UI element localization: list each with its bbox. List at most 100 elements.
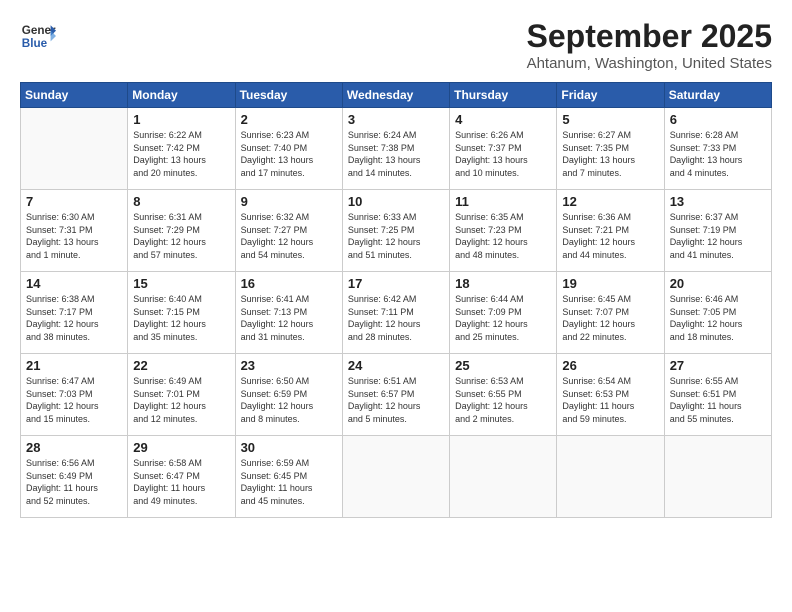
- table-row: 21 Sunrise: 6:47 AM Sunset: 7:03 PM Dayli…: [21, 354, 128, 436]
- day-number: 29: [133, 440, 229, 455]
- table-row: 13Sunrise: 6:37 AM Sunset: 7:19 PM Dayli…: [664, 190, 771, 272]
- day-info: Sunrise: 6:50 AM Sunset: 6:59 PM Dayligh…: [241, 375, 337, 425]
- day-number: 14: [26, 276, 122, 291]
- day-info: Sunrise: 6:22 AM Sunset: 7:42 PM Dayligh…: [133, 129, 229, 179]
- calendar-subtitle: Ahtanum, Washington, United States: [527, 55, 772, 72]
- day-number: 4: [455, 112, 551, 127]
- day-info: Sunrise: 6:41 AM Sunset: 7:13 PM Dayligh…: [241, 293, 337, 343]
- calendar-table: Sunday Monday Tuesday Wednesday Thursday…: [20, 82, 772, 518]
- day-info: Sunrise: 6:33 AM Sunset: 7:25 PM Dayligh…: [348, 211, 444, 261]
- day-info: Sunrise: 6:31 AM Sunset: 7:29 PM Dayligh…: [133, 211, 229, 261]
- day-info: Sunrise: 6:28 AM Sunset: 7:33 PM Dayligh…: [670, 129, 766, 179]
- table-row: 22 Sunrise: 6:49 AM Sunset: 7:01 PM Dayli…: [128, 354, 235, 436]
- day-number: 5: [562, 112, 658, 127]
- calendar-title: September 2025: [527, 18, 772, 55]
- table-row: 12 Sunrise: 6:36 AM Sunset: 7:21 PM Dayli…: [557, 190, 664, 272]
- day-number: 15: [133, 276, 229, 291]
- day-number: 28: [26, 440, 122, 455]
- table-row: 1 Sunrise: 6:22 AM Sunset: 7:42 PM Daylig…: [128, 108, 235, 190]
- table-row: 16 Sunrise: 6:41 AM Sunset: 7:13 PM Dayli…: [235, 272, 342, 354]
- table-row: 18 Sunrise: 6:44 AM Sunset: 7:09 PM Dayli…: [450, 272, 557, 354]
- day-info: Sunrise: 6:59 AM Sunset: 6:45 PM Dayligh…: [241, 457, 337, 507]
- day-number: 8: [133, 194, 229, 209]
- title-block: September 2025 Ahtanum, Washington, Unit…: [527, 18, 772, 72]
- table-row: 5 Sunrise: 6:27 AM Sunset: 7:35 PM Daylig…: [557, 108, 664, 190]
- day-info: Sunrise: 6:38 AM Sunset: 7:17 PM Dayligh…: [26, 293, 122, 343]
- table-row: [664, 436, 771, 518]
- day-info: Sunrise: 6:24 AM Sunset: 7:38 PM Dayligh…: [348, 129, 444, 179]
- day-info: Sunrise: 6:27 AM Sunset: 7:35 PM Dayligh…: [562, 129, 658, 179]
- table-row: 25 Sunrise: 6:53 AM Sunset: 6:55 PM Dayli…: [450, 354, 557, 436]
- day-number: 20: [670, 276, 766, 291]
- table-row: 9 Sunrise: 6:32 AM Sunset: 7:27 PM Daylig…: [235, 190, 342, 272]
- table-row: [342, 436, 449, 518]
- table-row: 10 Sunrise: 6:33 AM Sunset: 7:25 PM Dayli…: [342, 190, 449, 272]
- table-row: 17 Sunrise: 6:42 AM Sunset: 7:11 PM Dayli…: [342, 272, 449, 354]
- table-row: 28 Sunrise: 6:56 AM Sunset: 6:49 PM Dayli…: [21, 436, 128, 518]
- day-info: Sunrise: 6:58 AM Sunset: 6:47 PM Dayligh…: [133, 457, 229, 507]
- day-info: Sunrise: 6:54 AM Sunset: 6:53 PM Dayligh…: [562, 375, 658, 425]
- day-info: Sunrise: 6:46 AM Sunset: 7:05 PM Dayligh…: [670, 293, 766, 343]
- day-info: Sunrise: 6:56 AM Sunset: 6:49 PM Dayligh…: [26, 457, 122, 507]
- day-info: Sunrise: 6:45 AM Sunset: 7:07 PM Dayligh…: [562, 293, 658, 343]
- col-wednesday: Wednesday: [342, 83, 449, 108]
- col-sunday: Sunday: [21, 83, 128, 108]
- day-number: 25: [455, 358, 551, 373]
- table-row: 8 Sunrise: 6:31 AM Sunset: 7:29 PM Daylig…: [128, 190, 235, 272]
- day-info: Sunrise: 6:44 AM Sunset: 7:09 PM Dayligh…: [455, 293, 551, 343]
- table-row: 26 Sunrise: 6:54 AM Sunset: 6:53 PM Dayli…: [557, 354, 664, 436]
- logo: General Blue: [20, 18, 56, 54]
- day-number: 18: [455, 276, 551, 291]
- col-friday: Friday: [557, 83, 664, 108]
- day-info: Sunrise: 6:23 AM Sunset: 7:40 PM Dayligh…: [241, 129, 337, 179]
- table-row: [557, 436, 664, 518]
- table-row: 27 Sunrise: 6:55 AM Sunset: 6:51 PM Dayli…: [664, 354, 771, 436]
- table-row: 3 Sunrise: 6:24 AM Sunset: 7:38 PM Daylig…: [342, 108, 449, 190]
- day-number: 17: [348, 276, 444, 291]
- day-number: 16: [241, 276, 337, 291]
- table-row: 15 Sunrise: 6:40 AM Sunset: 7:15 PM Dayli…: [128, 272, 235, 354]
- table-row: [450, 436, 557, 518]
- day-number: 26: [562, 358, 658, 373]
- day-number: 2: [241, 112, 337, 127]
- day-number: 10: [348, 194, 444, 209]
- day-number: 9: [241, 194, 337, 209]
- day-number: 27: [670, 358, 766, 373]
- day-info: Sunrise: 6:36 AM Sunset: 7:21 PM Dayligh…: [562, 211, 658, 261]
- table-row: [21, 108, 128, 190]
- table-row: 6 Sunrise: 6:28 AM Sunset: 7:33 PM Daylig…: [664, 108, 771, 190]
- day-number: 30: [241, 440, 337, 455]
- day-number: 1: [133, 112, 229, 127]
- day-info: Sunrise: 6:35 AM Sunset: 7:23 PM Dayligh…: [455, 211, 551, 261]
- day-info: Sunrise: 6:42 AM Sunset: 7:11 PM Dayligh…: [348, 293, 444, 343]
- day-number: 7: [26, 194, 122, 209]
- table-row: 20 Sunrise: 6:46 AM Sunset: 7:05 PM Dayli…: [664, 272, 771, 354]
- day-info: Sunrise: 6:32 AM Sunset: 7:27 PM Dayligh…: [241, 211, 337, 261]
- table-row: 11 Sunrise: 6:35 AM Sunset: 7:23 PM Dayli…: [450, 190, 557, 272]
- day-info: Sunrise: 6:49 AM Sunset: 7:01 PM Dayligh…: [133, 375, 229, 425]
- table-row: 23 Sunrise: 6:50 AM Sunset: 6:59 PM Dayli…: [235, 354, 342, 436]
- table-row: 14 Sunrise: 6:38 AM Sunset: 7:17 PM Dayli…: [21, 272, 128, 354]
- day-number: 11: [455, 194, 551, 209]
- day-number: 19: [562, 276, 658, 291]
- day-info: Sunrise: 6:53 AM Sunset: 6:55 PM Dayligh…: [455, 375, 551, 425]
- day-number: 3: [348, 112, 444, 127]
- day-info: Sunrise: 6:26 AM Sunset: 7:37 PM Dayligh…: [455, 129, 551, 179]
- day-info: Sunrise: 6:47 AM Sunset: 7:03 PM Dayligh…: [26, 375, 122, 425]
- day-info: Sunrise: 6:30 AM Sunset: 7:31 PM Dayligh…: [26, 211, 122, 261]
- day-number: 22: [133, 358, 229, 373]
- col-saturday: Saturday: [664, 83, 771, 108]
- day-number: 23: [241, 358, 337, 373]
- table-row: 19 Sunrise: 6:45 AM Sunset: 7:07 PM Dayli…: [557, 272, 664, 354]
- day-number: 12: [562, 194, 658, 209]
- table-row: 2 Sunrise: 6:23 AM Sunset: 7:40 PM Daylig…: [235, 108, 342, 190]
- table-row: 7 Sunrise: 6:30 AM Sunset: 7:31 PM Daylig…: [21, 190, 128, 272]
- day-info: Sunrise: 6:55 AM Sunset: 6:51 PM Dayligh…: [670, 375, 766, 425]
- col-tuesday: Tuesday: [235, 83, 342, 108]
- day-number: 21: [26, 358, 122, 373]
- col-thursday: Thursday: [450, 83, 557, 108]
- day-info: Sunrise: 6:40 AM Sunset: 7:15 PM Dayligh…: [133, 293, 229, 343]
- day-number: 6: [670, 112, 766, 127]
- col-monday: Monday: [128, 83, 235, 108]
- day-info: Sunrise: 6:37 AM Sunset: 7:19 PM Dayligh…: [670, 211, 766, 261]
